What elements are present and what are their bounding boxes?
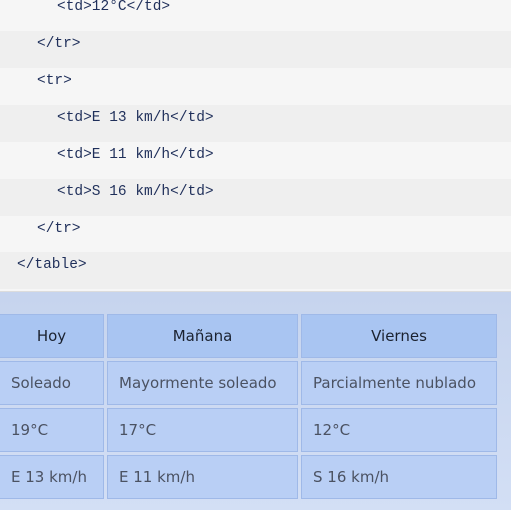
table-row: 19°C 17°C 12°C <box>0 408 497 452</box>
table-cell: Parcialmente nublado <box>301 361 497 405</box>
table-cell: S 16 km/h <box>301 455 497 499</box>
code-line: <td>S 16 km/h</td> <box>0 179 511 216</box>
table-row: Soleado Mayormente soleado Parcialmente … <box>0 361 497 405</box>
code-block: <td>12°C</td> </tr> <tr> <td>E 13 km/h</… <box>0 0 511 292</box>
table-preview: Hoy Mañana Viernes Soleado Mayormente so… <box>0 292 511 510</box>
forecast-table: Hoy Mañana Viernes Soleado Mayormente so… <box>0 311 500 502</box>
page: <td>12°C</td> </tr> <tr> <td>E 13 km/h</… <box>0 0 511 510</box>
code-line: <td>E 13 km/h</td> <box>0 105 511 142</box>
code-line: <tr> <box>0 68 511 105</box>
code-line: </table> <box>0 252 511 289</box>
table-header-row: Hoy Mañana Viernes <box>0 314 497 358</box>
table-cell: E 11 km/h <box>107 455 298 499</box>
table-cell: Soleado <box>0 361 104 405</box>
column-header: Mañana <box>107 314 298 358</box>
table-cell: 17°C <box>107 408 298 452</box>
table-row: E 13 km/h E 11 km/h S 16 km/h <box>0 455 497 499</box>
table-cell: Mayormente soleado <box>107 361 298 405</box>
column-header: Viernes <box>301 314 497 358</box>
code-line: </tr> <box>0 31 511 68</box>
column-header: Hoy <box>0 314 104 358</box>
table-cell: 19°C <box>0 408 104 452</box>
code-line: <td>E 11 km/h</td> <box>0 142 511 179</box>
table-cell: E 13 km/h <box>0 455 104 499</box>
code-line: <td>12°C</td> <box>0 0 511 31</box>
table-cell: 12°C <box>301 408 497 452</box>
code-line: </tr> <box>0 216 511 253</box>
